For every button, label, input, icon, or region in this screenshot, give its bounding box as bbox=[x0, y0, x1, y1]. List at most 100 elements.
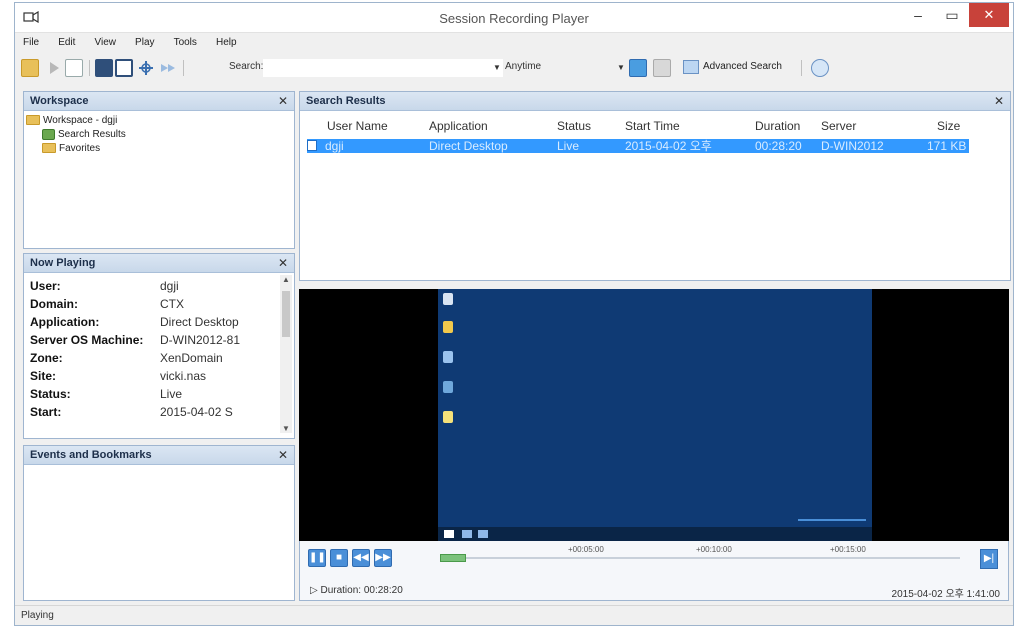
cell-status: Live bbox=[557, 139, 580, 153]
tree-item-favorites[interactable]: Favorites bbox=[26, 142, 292, 156]
menu-view[interactable]: View bbox=[86, 35, 124, 50]
skip-to-end-icon[interactable]: ▶| bbox=[980, 549, 998, 569]
pan-icon[interactable] bbox=[137, 59, 155, 77]
column-header-application[interactable]: Application bbox=[429, 119, 488, 133]
cell-size: 171 KB bbox=[927, 139, 967, 153]
menu-file[interactable]: File bbox=[15, 35, 47, 50]
start-icon bbox=[444, 530, 454, 538]
now-playing-panel: Now Playing ✕ User: dgji Domain: CTX App… bbox=[23, 253, 295, 439]
np-label: Domain: bbox=[30, 297, 78, 311]
column-header-duration[interactable]: Duration bbox=[755, 119, 800, 133]
np-label: Server OS Machine: bbox=[30, 333, 144, 347]
play-toolbar-icon[interactable] bbox=[45, 59, 63, 77]
recycle-bin-icon bbox=[443, 293, 453, 305]
seek-slider[interactable] bbox=[440, 554, 960, 562]
column-header-server[interactable]: Server bbox=[821, 119, 856, 133]
search-label: Search: bbox=[229, 61, 264, 72]
advanced-search-button[interactable]: Advanced Search bbox=[681, 59, 786, 77]
search-results-icon bbox=[42, 128, 55, 140]
menu-help[interactable]: Help bbox=[208, 35, 245, 50]
events-header: Events and Bookmarks ✕ bbox=[24, 446, 294, 465]
toolbar-separator bbox=[183, 60, 184, 76]
close-icon[interactable]: ✕ bbox=[278, 256, 288, 270]
search-results-header: Search Results ✕ bbox=[300, 92, 1010, 111]
workspace-title: Workspace bbox=[30, 95, 89, 107]
taskbar-app-icon bbox=[462, 530, 472, 538]
zoom-icon[interactable] bbox=[95, 59, 113, 77]
toolbar-separator bbox=[801, 60, 802, 76]
cell-server: D-WIN2012 bbox=[821, 139, 884, 153]
chevron-down-icon[interactable]: ▼ bbox=[617, 63, 625, 72]
now-playing-scrollbar[interactable]: ▲ ▼ bbox=[280, 275, 292, 433]
status-text: Playing bbox=[21, 610, 54, 621]
desktop-app-icon bbox=[443, 381, 453, 393]
menu-tools[interactable]: Tools bbox=[166, 35, 205, 50]
advanced-search-label: Advanced Search bbox=[703, 61, 782, 72]
play-small-icon: ▷ bbox=[310, 585, 321, 596]
search-input[interactable] bbox=[263, 59, 503, 77]
desktop-taskbar bbox=[438, 527, 872, 541]
time-filter-select[interactable]: Anytime bbox=[505, 61, 541, 72]
close-icon[interactable]: ✕ bbox=[994, 94, 1004, 108]
np-value: XenDomain bbox=[160, 351, 223, 365]
folder-icon bbox=[26, 115, 40, 126]
toolbar-separator bbox=[89, 60, 90, 76]
status-bar: Playing bbox=[15, 605, 1013, 625]
column-header-status[interactable]: Status bbox=[557, 119, 591, 133]
np-value: Direct Desktop bbox=[160, 315, 239, 329]
chevron-down-icon[interactable]: ▼ bbox=[493, 63, 501, 72]
pause-icon[interactable]: ❚❚ bbox=[308, 549, 326, 567]
cell-application: Direct Desktop bbox=[429, 139, 508, 153]
fit-window-icon[interactable] bbox=[115, 59, 133, 77]
fast-forward-toolbar-icon[interactable] bbox=[159, 59, 177, 77]
clear-search-icon[interactable] bbox=[653, 59, 671, 77]
recorded-desktop bbox=[438, 289, 872, 541]
refresh-icon[interactable] bbox=[811, 59, 829, 77]
tick-label: +00:10:00 bbox=[696, 545, 732, 554]
scroll-thumb[interactable] bbox=[282, 291, 290, 337]
tick-label: +00:05:00 bbox=[568, 545, 604, 554]
np-label: Site: bbox=[30, 369, 57, 383]
recording-icon bbox=[307, 140, 317, 151]
seek-progress[interactable] bbox=[440, 554, 466, 562]
open-folder-icon[interactable] bbox=[21, 59, 39, 77]
search-go-icon[interactable] bbox=[629, 59, 647, 77]
desktop-file-icon bbox=[443, 411, 453, 423]
video-viewport[interactable] bbox=[299, 289, 1009, 541]
fast-forward-icon[interactable]: ▶▶ bbox=[374, 549, 392, 567]
stop-icon[interactable]: ■ bbox=[330, 549, 348, 567]
scroll-down-icon[interactable]: ▼ bbox=[282, 424, 290, 433]
column-header-user[interactable]: User Name bbox=[327, 119, 388, 133]
np-value: dgji bbox=[160, 279, 179, 293]
np-label: Start: bbox=[30, 405, 62, 419]
close-icon[interactable]: ✕ bbox=[278, 448, 288, 462]
np-value: Live bbox=[160, 387, 183, 401]
scroll-up-icon[interactable]: ▲ bbox=[282, 275, 290, 284]
now-playing-header: Now Playing ✕ bbox=[24, 254, 294, 273]
column-header-size[interactable]: Size bbox=[937, 119, 960, 133]
rewind-icon[interactable]: ◀◀ bbox=[352, 549, 370, 567]
cell-start-time: 2015-04-02 오후 bbox=[625, 139, 712, 153]
column-header-start-time[interactable]: Start Time bbox=[625, 119, 680, 133]
table-row[interactable]: dgji Direct Desktop Live 2015-04-02 오후 0… bbox=[307, 139, 969, 153]
tree-item-search-results[interactable]: Search Results bbox=[26, 128, 292, 142]
np-value: D-WIN2012-81 bbox=[160, 333, 241, 347]
maximize-button[interactable]: ▭ bbox=[935, 3, 969, 27]
folder-icon bbox=[42, 143, 56, 154]
playback-bar: ❚❚ ■ ◀◀ ▶▶ +00:05:00 +00:10:00 +00:15:00… bbox=[299, 541, 1009, 601]
workspace-panel: Workspace ✕ Workspace - dgji Search Resu… bbox=[23, 91, 295, 249]
close-button[interactable]: ✕ bbox=[969, 3, 1009, 27]
close-icon[interactable]: ✕ bbox=[278, 94, 288, 108]
duration-readout: ▷ Duration: 00:28:20 bbox=[310, 585, 403, 596]
menu-bar: File Edit View Play Tools Help bbox=[15, 35, 1013, 53]
minimize-button[interactable]: – bbox=[901, 3, 935, 27]
now-playing-details: User: dgji Domain: CTX Application: Dire… bbox=[24, 273, 294, 437]
tree-item-workspace[interactable]: Workspace - dgji bbox=[26, 114, 292, 128]
tree-item-label: Search Results bbox=[58, 129, 126, 140]
stop-toolbar-icon[interactable] bbox=[65, 59, 83, 77]
taskbar-app-icon bbox=[478, 530, 488, 538]
np-value: CTX bbox=[160, 297, 184, 311]
toolbar: Search: ▼ Anytime ▼ Advanced Search bbox=[15, 55, 1013, 81]
menu-play[interactable]: Play bbox=[127, 35, 162, 50]
menu-edit[interactable]: Edit bbox=[50, 35, 83, 50]
